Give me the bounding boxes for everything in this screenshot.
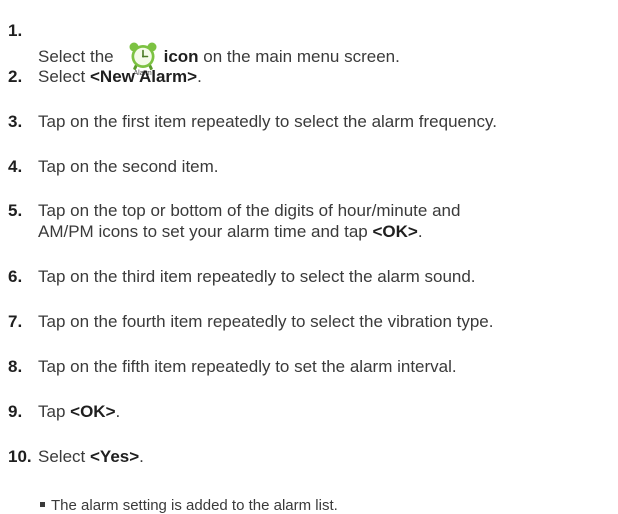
step-10: 10. Select <Yes>. bbox=[8, 446, 616, 467]
step-text-end: . bbox=[139, 447, 144, 466]
step-number: 3. bbox=[8, 112, 23, 131]
step-text-end: on the main menu screen. bbox=[198, 47, 400, 66]
step-5: 5. Tap on the top or bottom of the digit… bbox=[8, 200, 616, 242]
note-bullet: The alarm setting is added to the alarm … bbox=[40, 498, 338, 514]
step-7: 7. Tap on the fourth item repeatedly to … bbox=[8, 311, 616, 332]
step-text: Tap on the fourth item repeatedly to sel… bbox=[38, 312, 494, 331]
bullet-icon bbox=[40, 502, 45, 507]
step-number: 9. bbox=[8, 402, 23, 421]
step-text: Select bbox=[38, 67, 90, 86]
step-bold-text: <Yes> bbox=[89, 447, 140, 466]
step-1: 1. Select the Alarm icon on the main menu… bbox=[8, 20, 616, 77]
step-text-end: . bbox=[417, 222, 423, 241]
step-4: 4. Tap on the second item. bbox=[8, 156, 616, 177]
step-9: 9. Tap <OK>. bbox=[8, 401, 616, 422]
step-number: 7. bbox=[8, 312, 23, 331]
step-bold-text: <OK> bbox=[70, 402, 116, 421]
step-2: 2. Select <New Alarm>. bbox=[8, 66, 616, 87]
step-text: Tap bbox=[38, 402, 71, 421]
step-text: Tap on the second item. bbox=[38, 157, 219, 176]
step-number: 4. bbox=[8, 157, 23, 176]
step-6: 6. Tap on the third item repeatedly to s… bbox=[8, 266, 616, 287]
step-text-end: . bbox=[115, 402, 121, 421]
step-text: Select the bbox=[38, 47, 114, 66]
step-number: 10. bbox=[8, 447, 32, 466]
step-text: Tap on the fifth item repeatedly to set … bbox=[38, 357, 457, 376]
step-3: 3. Tap on the first item repeatedly to s… bbox=[8, 111, 616, 132]
step-text: Tap on the first item repeatedly to sele… bbox=[38, 112, 497, 131]
step-bold-text: <New Alarm> bbox=[89, 67, 198, 86]
step-text-end: . bbox=[197, 67, 202, 86]
step-number: 8. bbox=[8, 357, 23, 376]
step-number: 1. bbox=[8, 21, 23, 40]
step-bold-text: icon bbox=[163, 47, 199, 66]
step-number: 6. bbox=[8, 267, 23, 286]
note-text: The alarm setting is added to the alarm … bbox=[51, 497, 338, 514]
step-bold-text: <OK> bbox=[372, 222, 418, 241]
step-number: 2. bbox=[8, 67, 23, 86]
step-number: 5. bbox=[8, 201, 23, 220]
step-8: 8. Tap on the fifth item repeatedly to s… bbox=[8, 356, 616, 377]
step-text: Tap on the third item repeatedly to sele… bbox=[38, 267, 476, 286]
step-text: Select bbox=[38, 447, 90, 466]
